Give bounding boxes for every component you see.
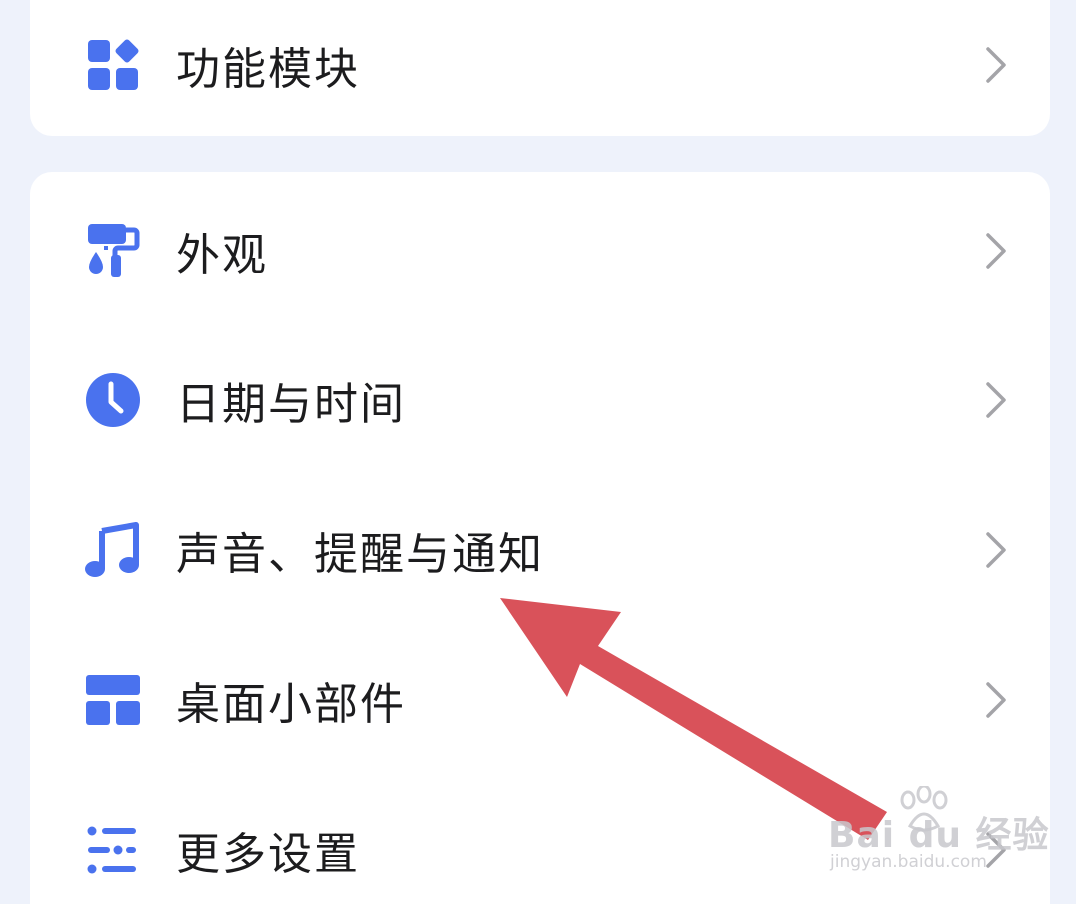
widget-layout-icon [84, 671, 142, 729]
menu-item-sound-notifications[interactable]: 声音、提醒与通知 [30, 495, 1050, 605]
menu-item-date-time[interactable]: 日期与时间 [30, 345, 1050, 455]
chevron-right-icon [986, 47, 1006, 83]
menu-item-label: 更多设置 [176, 829, 360, 880]
chevron-right-icon [986, 382, 1006, 418]
menu-item-more-settings[interactable]: 更多设置 [30, 795, 1050, 904]
menu-item-appearance[interactable]: 外观 [30, 196, 1050, 306]
list-settings-icon [84, 821, 142, 879]
settings-card-top: 功能模块 [30, 0, 1050, 136]
menu-item-label: 日期与时间 [176, 379, 406, 430]
paint-roller-icon [84, 222, 142, 280]
menu-item-modules[interactable]: 功能模块 [30, 10, 1050, 120]
menu-item-label: 声音、提醒与通知 [176, 529, 544, 580]
clock-icon [84, 371, 142, 429]
grid-modules-icon [84, 36, 142, 94]
menu-item-label: 桌面小部件 [176, 679, 406, 730]
chevron-right-icon [986, 682, 1006, 718]
chevron-right-icon [986, 532, 1006, 568]
menu-item-label: 外观 [176, 230, 268, 281]
chevron-right-icon [986, 832, 1006, 868]
menu-item-desktop-widgets[interactable]: 桌面小部件 [30, 645, 1050, 755]
music-note-icon [84, 521, 142, 579]
settings-page: 功能模块 外观 日期与时间 声音、提醒与通知 桌面小部件 更多设置 Bai du… [0, 0, 1076, 904]
chevron-right-icon [986, 233, 1006, 269]
settings-card-main: 外观 日期与时间 声音、提醒与通知 桌面小部件 更多设置 [30, 172, 1050, 904]
menu-item-label: 功能模块 [176, 44, 360, 95]
